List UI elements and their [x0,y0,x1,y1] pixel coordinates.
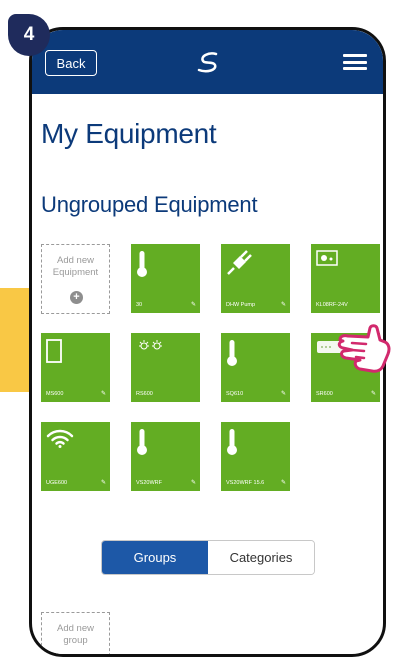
equipment-tile-dhw-pump[interactable]: DHW Pump ✎ [221,244,290,313]
pin-icon: ✎ [280,391,286,397]
tab-categories[interactable]: Categories [208,541,314,574]
pin-icon: ✎ [280,302,286,308]
pin-icon: ✎ [190,302,196,308]
add-equipment-button[interactable]: Add new Equipment + [41,244,110,314]
equipment-tile-kl08rf[interactable]: KL08RF-24V [311,244,380,313]
equipment-label: VS20WRF 15.6 [226,480,265,486]
equipment-label: KL08RF-24V [316,302,348,308]
equipment-tile-vs20wrf[interactable]: VS20WRF ✎ [131,422,200,491]
pin-icon: ✎ [280,480,286,486]
thermometer-icon [137,251,147,277]
add-equipment-label: Add new Equipment [52,255,99,278]
equipment-tile-uge600[interactable]: UGE600 ✎ [41,422,110,491]
equipment-label: SQ610 [226,391,244,397]
door-sensor-icon [46,339,62,363]
pin-icon: ✎ [190,480,196,486]
equipment-tile-sq610[interactable]: SQ610 ✎ [221,333,290,402]
equipment-tile-rs600[interactable]: RS600 [131,333,200,402]
pin-icon: ✎ [100,480,106,486]
equipment-label: MS600 [46,391,64,397]
pin-icon: ✎ [370,391,376,397]
add-group-button[interactable]: Add new group + [41,612,110,654]
equipment-label: UGE600 [46,480,68,486]
view-toggle: Groups Categories [101,540,315,575]
equipment-tile-ms600[interactable]: MS600 ✎ [41,333,110,402]
equipment-tile-30[interactable]: 30 ✎ [131,244,200,313]
wifi-icon [46,429,74,448]
hand-pointer-icon [337,324,391,373]
tab-groups[interactable]: Groups [102,541,208,574]
plus-circle-icon: + [70,291,83,304]
equipment-label: RS600 [136,391,153,397]
equipment-label: SR600 [316,391,333,397]
thermometer-icon [227,429,237,455]
thermometer-icon [227,340,237,366]
pin-icon: ✎ [100,391,106,397]
step-badge: 4 [8,14,50,56]
lightbulbs-icon [139,340,162,350]
wiring-center-icon [316,250,338,266]
equipment-tile-vs20wrf-15-6[interactable]: VS20WRF 15.6 ✎ [221,422,290,491]
page-title: My Equipment [41,118,217,149]
equipment-label: VS20WRF [136,480,162,486]
back-button[interactable]: Back [45,50,97,76]
app-header: Back [32,30,383,94]
hamburger-menu-icon[interactable] [343,54,367,70]
plug-icon [227,250,252,275]
salus-logo-icon [197,52,218,73]
thermometer-icon [137,429,147,455]
equipment-label: 30 [136,302,143,308]
section-title: Ungrouped Equipment [41,192,258,217]
phone-screen: Back My Equipment Ungrouped Equipment Ad… [29,27,386,657]
add-group-label: Add new group [57,623,94,646]
equipment-label: DHW Pump [226,302,256,308]
